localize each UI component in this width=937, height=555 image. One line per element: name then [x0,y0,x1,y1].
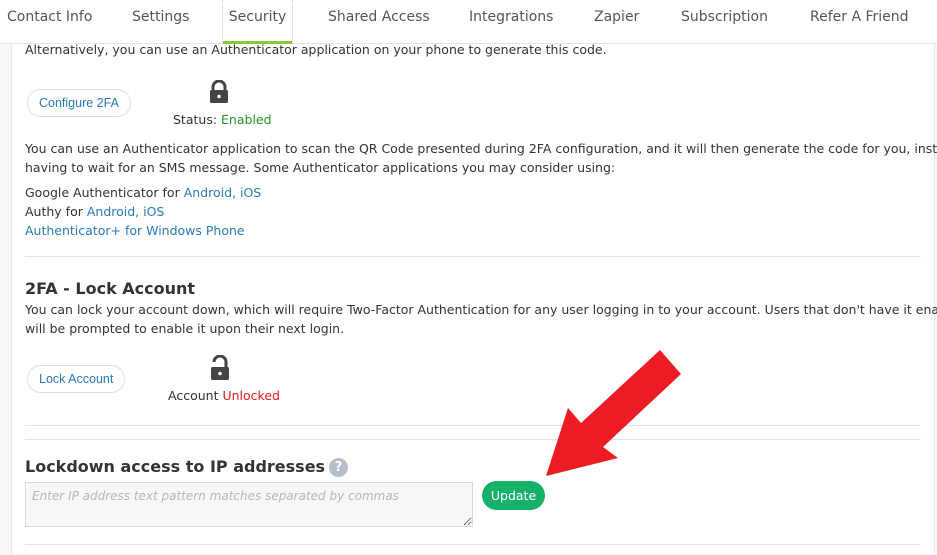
lock-status-value: Unlocked [222,388,280,403]
authy-android-link[interactable]: Android [87,204,135,219]
annotation-arrow-icon [546,350,681,476]
section-divider [25,439,921,440]
tab-integrations[interactable]: Integrations [469,0,553,44]
status-label: Status: [173,112,218,127]
twofa-status: Status: Enabled [173,110,272,129]
configure-2fa-button[interactable]: Configure 2FA [27,89,131,117]
twofa-description-line2: having to wait for an SMS message. Some … [25,160,616,175]
update-button[interactable]: Update [482,481,545,510]
authenticator-plus-windows-phone-link[interactable]: Authenticator+ for Windows Phone [25,223,245,238]
left-panel-edge [0,44,12,555]
app-name: Authy for [25,204,87,219]
tab-subscription[interactable]: Subscription [681,0,768,44]
google-ios-link[interactable]: iOS [240,185,261,200]
lock-open-icon [209,354,231,386]
ip-lockdown-title-text: Lockdown access to IP addresses [25,457,326,476]
lock-account-description-line1: You can lock your account down, which wi… [25,302,937,317]
lock-status-label: Account [168,388,219,403]
lock-account-description-line2: will be prompted to enable it upon their… [25,321,345,336]
twofa-description-line1: You can use an Authenticator application… [25,141,937,156]
tab-contact-info[interactable]: Contact Info [7,0,92,44]
ip-address-input[interactable] [25,482,473,527]
link-separator: , [135,204,144,219]
section-divider [25,425,921,426]
app-google-authenticator: Google Authenticator for Android, iOS [25,183,261,202]
app-authenticator-plus: Authenticator+ for Windows Phone [25,221,245,240]
tab-refer-a-friend[interactable]: Refer A Friend [810,0,909,44]
tab-security[interactable]: Security [222,0,293,44]
tab-zapier[interactable]: Zapier [594,0,639,44]
google-android-link[interactable]: Android [184,185,232,200]
status-value: Enabled [221,112,272,127]
lock-account-button[interactable]: Lock Account [27,365,126,393]
lock-account-title: 2FA - Lock Account [25,279,196,298]
app-name: Google Authenticator for [25,185,184,200]
section-divider [25,544,921,545]
lock-closed-icon [208,79,230,109]
tab-shared-access[interactable]: Shared Access [328,0,430,44]
tab-settings[interactable]: Settings [132,0,189,44]
section-divider [25,256,921,257]
ip-lockdown-title: Lockdown access to IP addresses? [25,457,349,477]
help-icon[interactable]: ? [329,458,349,477]
app-authy: Authy for Android, iOS [25,202,164,221]
tab-bar: Contact Info Settings Security Shared Ac… [0,0,937,44]
authy-ios-link[interactable]: iOS [143,204,164,219]
link-separator: , [232,185,240,200]
lock-account-status: Account Unlocked [168,386,280,405]
twofa-intro: Alternatively, you can use an Authentica… [25,42,607,57]
